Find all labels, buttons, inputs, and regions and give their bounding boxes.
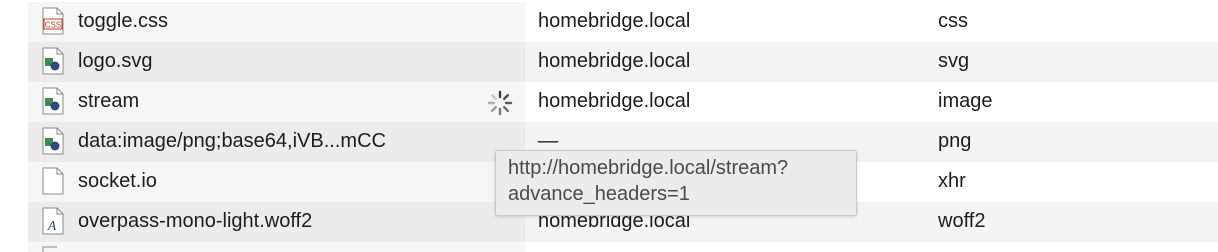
resource-name: overpass-mono-light.woff2 [78,210,313,232]
resource-name: toggle.css [78,10,169,32]
tooltip-url-line: http://homebridge.local/stream? [508,157,789,179]
tooltip-url-line: advance_headers=1 [508,183,690,205]
css-file-icon: CSS [42,7,64,35]
detail-cells[interactable]: homebridge.local css [525,2,1218,42]
resource-type: xhr [938,170,966,192]
table-row[interactable] [0,242,1218,252]
loading-spinner-icon [487,90,513,116]
resource-name: data:image/png;base64,iVB...mCC [78,130,386,152]
svg-text:A: A [47,219,57,234]
table-row[interactable]: CSS toggle.css homebridge.local css [0,2,1218,42]
resource-name: stream [78,90,140,112]
resource-domain: homebridge.local [538,90,691,112]
table-row[interactable]: stream homebridge.local image [0,82,1218,122]
url-tooltip: http://homebridge.local/stream? advance_… [495,150,857,216]
name-cell[interactable]: socket.io [28,162,525,202]
table-row[interactable]: logo.svg homebridge.local svg [0,42,1218,82]
detail-cells[interactable] [525,242,1218,252]
resource-name: socket.io [78,170,157,192]
detail-cells[interactable]: homebridge.local image [525,82,1218,122]
blank-file-icon [42,246,57,252]
image-file-icon [42,87,64,115]
resource-domain: homebridge.local [538,50,691,72]
name-cell[interactable]: stream [28,82,525,122]
name-cell[interactable] [28,242,525,252]
name-cell[interactable]: A overpass-mono-light.woff2 [28,202,525,242]
svg-text:CSS: CSS [45,21,61,30]
resource-type: image [938,90,993,112]
blank-file-icon [42,167,64,195]
image-file-icon [42,47,64,75]
image-file-icon [42,127,64,155]
detail-cells[interactable]: homebridge.local svg [525,42,1218,82]
resource-type: woff2 [938,210,986,232]
name-cell[interactable]: CSS toggle.css [28,2,525,42]
resource-name: logo.svg [78,50,153,72]
resource-type: css [938,10,968,32]
name-cell[interactable]: logo.svg [28,42,525,82]
font-file-icon: A [42,207,64,235]
resource-domain: homebridge.local [538,10,691,32]
resource-type: svg [938,50,970,72]
name-cell[interactable]: data:image/png;base64,iVB...mCC [28,122,525,162]
resource-type: png [938,130,972,152]
